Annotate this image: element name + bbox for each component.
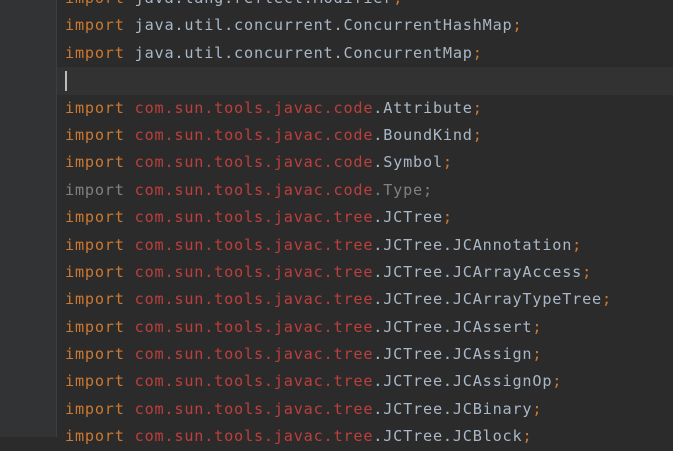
code-line[interactable]: import com.sun.tools.javac.code.BoundKin… [57,122,673,149]
class-name: .JCTree [373,208,443,227]
semicolon: ; [532,399,543,418]
package-name: com.sun.tools.javac.tree [134,262,374,281]
class-name: .BoundKind [373,125,473,144]
package-name: java.util.concurrent. [134,16,344,35]
package-name: com.sun.tools.javac.code [134,125,374,144]
package-name: java.lang.reflect. [135,0,314,7]
semicolon: ; [532,317,543,336]
class-name: .Symbol [373,153,443,172]
code-line[interactable]: import com.sun.tools.javac.code.Type; [57,177,673,204]
import-keyword: import [65,125,125,144]
class-name: ConcurrentHashMap [343,16,513,35]
package-name: com.sun.tools.javac.tree [134,372,374,391]
class-name: .JCTree.JCArrayTypeTree [373,290,602,309]
code-line[interactable]: import com.sun.tools.javac.tree.JCTree.J… [57,259,673,286]
code-line[interactable]: import com.sun.tools.javac.tree.JCTree.J… [57,341,673,368]
code-line[interactable]: import java.util.concurrent.ConcurrentMa… [57,40,673,67]
code-line[interactable]: import java.lang.reflect.Modifier; [57,0,673,12]
import-keyword: import [65,290,125,309]
package-name: com.sun.tools.javac.tree [134,290,374,309]
class-name: .Attribute [373,98,473,117]
code-editor[interactable]: import java.lang.reflect.Modifier;import… [57,0,673,451]
code-line[interactable]: import com.sun.tools.javac.tree.JCTree; [57,204,673,231]
package-name: com.sun.tools.javac.code [134,98,374,117]
code-line[interactable]: import com.sun.tools.javac.tree.JCTree.J… [57,368,673,395]
import-keyword: import [65,16,125,35]
class-name: .JCTree.JCAssignOp [373,372,553,391]
semicolon: ; [532,345,543,364]
package-name: com.sun.tools.javac.code [134,180,374,199]
class-name: .JCTree.JCAssert [373,317,533,336]
class-name: .JCTree.JCAssign [373,345,533,364]
package-name: com.sun.tools.javac.tree [134,235,374,254]
code-line[interactable]: import com.sun.tools.javac.tree.JCTree.J… [57,314,673,341]
semicolon: ; [472,125,483,144]
code-line[interactable]: import java.util.concurrent.ConcurrentHa… [57,12,673,39]
semicolon: ; [522,427,533,446]
semicolon: ; [472,98,483,117]
import-keyword: import [65,153,125,172]
package-name: com.sun.tools.javac.tree [134,317,374,336]
package-name: com.sun.tools.javac.tree [134,208,374,227]
code-line[interactable]: import com.sun.tools.javac.tree.JCTree.J… [57,286,673,313]
semicolon: ; [442,153,453,172]
import-keyword: import [65,43,125,62]
class-name: .Type [373,180,423,199]
class-name: ConcurrentMap [343,43,473,62]
package-name: com.sun.tools.javac.code [134,153,374,172]
semicolon: ; [442,208,453,227]
code-line[interactable]: import com.sun.tools.javac.code.Attribut… [57,95,673,122]
semicolon: ; [393,0,403,7]
import-keyword: import [65,98,125,117]
semicolon: ; [572,235,583,254]
import-keyword: import [65,208,125,227]
semicolon: ; [512,16,523,35]
import-keyword: import [65,262,125,281]
code-line[interactable]: import com.sun.tools.javac.code.Symbol; [57,149,673,176]
class-name: .JCTree.JCAnnotation [373,235,573,254]
semicolon: ; [582,262,593,281]
import-keyword: import [65,180,125,199]
class-name: .JCTree.JCBinary [373,399,533,418]
semicolon: ; [423,180,433,199]
import-keyword: import [65,372,125,391]
package-name: com.sun.tools.javac.tree [134,399,374,418]
text-caret [65,70,67,91]
current-line[interactable] [57,67,673,95]
package-name: com.sun.tools.javac.tree [134,345,374,364]
semicolon: ; [472,43,483,62]
import-keyword: import [65,345,125,364]
import-keyword: import [65,235,125,254]
semicolon: ; [552,372,563,391]
class-name: .JCTree.JCArrayAccess [373,262,583,281]
class-name: .JCTree.JCBlock [373,427,523,446]
package-name: com.sun.tools.javac.tree [134,427,374,446]
package-name: java.util.concurrent. [134,43,344,62]
class-name: Modifier [314,0,394,7]
import-keyword: import [65,427,125,446]
semicolon: ; [602,290,612,309]
editor-gutter[interactable] [0,0,57,437]
import-keyword: import [65,317,125,336]
import-keyword: import [65,0,125,7]
code-line[interactable]: import com.sun.tools.javac.tree.JCTree.J… [57,396,673,423]
import-keyword: import [65,399,125,418]
code-line[interactable]: import com.sun.tools.javac.tree.JCTree.J… [57,232,673,259]
